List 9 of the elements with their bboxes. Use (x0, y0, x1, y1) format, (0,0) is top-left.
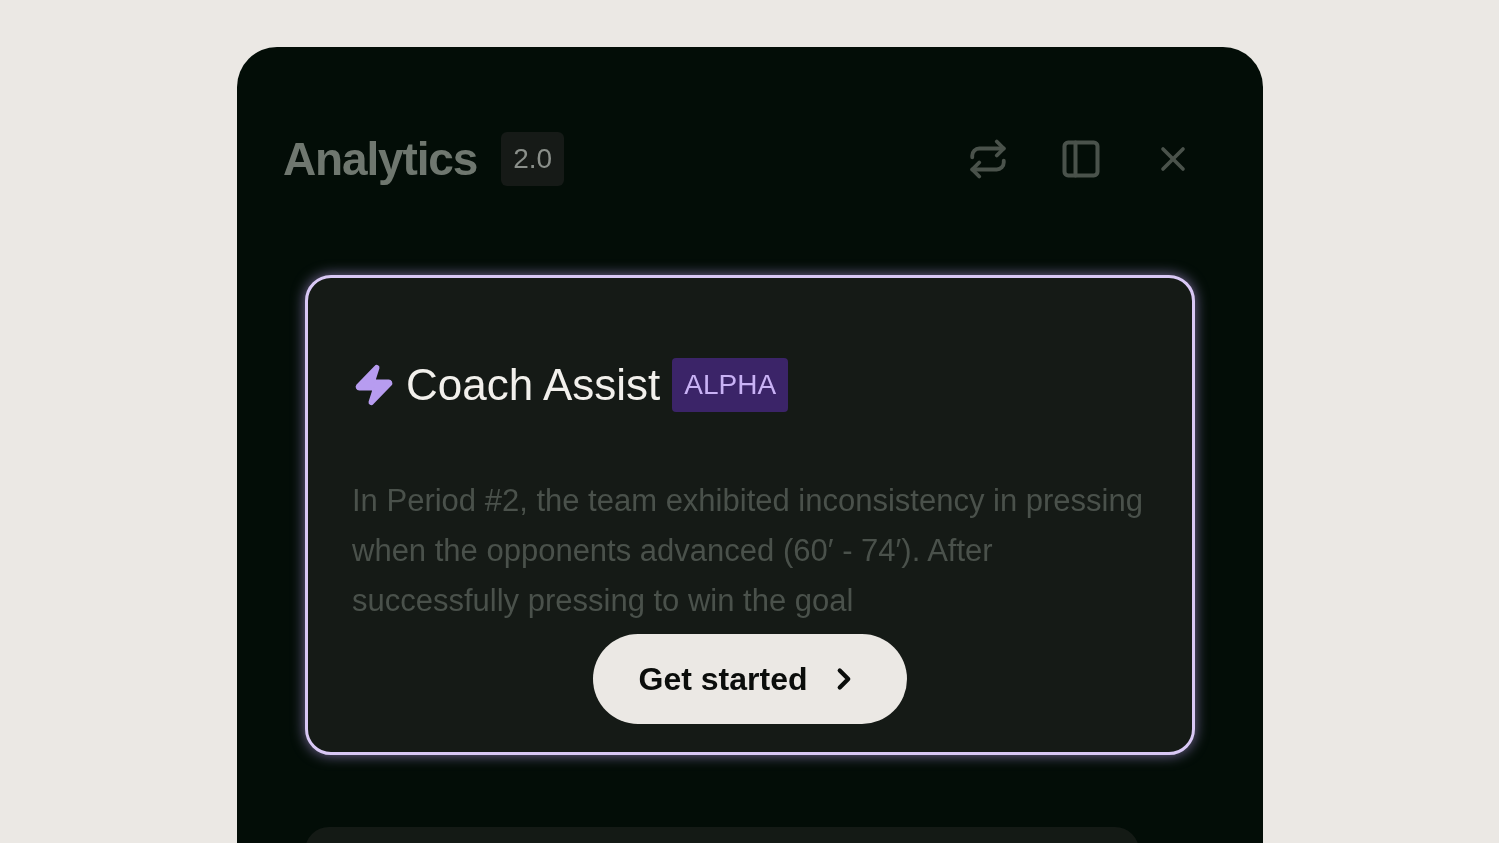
card-title: Coach Assist (406, 359, 661, 411)
version-badge: 2.0 (501, 132, 565, 186)
sidebar-toggle-button[interactable] (1059, 137, 1103, 181)
alpha-badge: ALPHA (672, 358, 789, 412)
panel-title: Analytics (283, 131, 478, 187)
get-started-button[interactable]: Get started (592, 634, 908, 724)
repeat-icon (967, 138, 1009, 180)
panel-icon (1059, 137, 1103, 181)
refresh-button[interactable] (967, 138, 1009, 180)
